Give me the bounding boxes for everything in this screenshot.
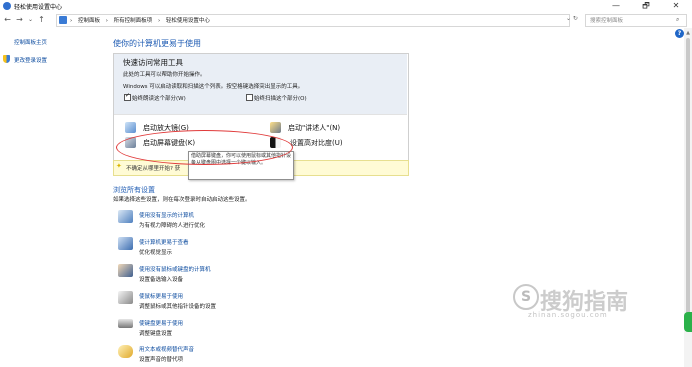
monitor-icon (118, 210, 133, 223)
breadcrumb-separator: › (157, 18, 161, 24)
speech-bubble-icon (118, 345, 133, 358)
close-button[interactable]: ✕ (664, 0, 688, 13)
quick-access-title: 快速访问常用工具 (123, 58, 183, 67)
keyboard-icon (118, 319, 133, 328)
set-high-contrast-link[interactable]: 设置高对比度(U) (290, 138, 343, 148)
floating-widget[interactable] (684, 312, 692, 332)
always-scan-label[interactable]: 始终扫描这个部分(O) (254, 94, 307, 102)
always-scan-checkbox[interactable] (246, 94, 253, 101)
always-read-label[interactable]: 始终朗读这个部分(W) (132, 94, 186, 102)
settings-item-link[interactable]: 使键盘更易于使用 (139, 319, 183, 327)
magnifier-icon (125, 122, 136, 133)
sidebar-item-home[interactable]: 控制面板主页 (14, 38, 47, 46)
browse-settings-description: 如果选择这些设置，则在每次登录时自动启动这些设置。 (113, 197, 251, 203)
scrollbar-thumb[interactable] (686, 38, 690, 314)
window-title: 轻松使用设置中心 (14, 4, 63, 11)
quick-access-hint: Windows 可以启动读取和扫描这个列表。按空格键选择突出显示的工具。 (123, 84, 304, 90)
always-read-checkbox[interactable] (124, 92, 131, 101)
search-placeholder: 搜索控制面板 (590, 18, 624, 24)
up-arrow-icon[interactable]: ↑ (37, 14, 46, 26)
settings-item-link[interactable]: 使鼠标更易于使用 (139, 292, 183, 300)
lightbulb-icon: ✦ (116, 162, 122, 170)
sogou-logo-icon: S (513, 284, 539, 310)
forward-arrow-icon[interactable]: → (15, 14, 24, 26)
settings-item-description: 调整键盘设置 (139, 331, 173, 337)
settings-item-description: 调整鼠标或其他指针设备的设置 (139, 304, 217, 310)
settings-item-description: 为有视力障碍的人进行优化 (139, 223, 206, 229)
settings-item-link[interactable]: 使用没有鼠标或键盘的计算机 (139, 265, 211, 273)
refresh-icon[interactable]: ⌄ ↻ (566, 15, 578, 22)
breadcrumb-separator: › (70, 18, 73, 24)
settings-item-link[interactable]: 使计算机更易于查看 (139, 238, 189, 246)
breadcrumb-separator: › (105, 18, 108, 24)
divider (114, 114, 407, 115)
start-narrator-link[interactable]: 启动"讲述人"(N) (288, 123, 340, 133)
settings-item-description: 优化视觉显示 (139, 250, 173, 256)
settings-item-link[interactable]: 用文本或视频替代声音 (139, 345, 194, 353)
annotation-ellipse (116, 130, 293, 165)
display-icon (118, 237, 133, 250)
title-bar (0, 0, 692, 13)
help-icon[interactable]: ? (675, 29, 684, 38)
breadcrumb: › 控制面板 › 所有控制面板项 › 轻松使用设置中心 (70, 16, 214, 24)
get-recommendations-text[interactable]: 不确定从哪里开始? 获 (126, 164, 180, 172)
minimize-button[interactable]: — (604, 0, 628, 13)
settings-item-link[interactable]: 使用没有显示的计算机 (139, 211, 194, 219)
breadcrumb-all-items[interactable]: 所有控制面板项 (114, 18, 153, 24)
person-icon (118, 264, 133, 277)
settings-item-description: 设置声音的替代项 (139, 357, 184, 363)
watermark-url: zhinan.sogou.com (528, 311, 608, 319)
quick-access-intro: 此处的工具可以帮助你开始操作。 (123, 72, 206, 78)
mouse-icon (118, 291, 133, 304)
scroll-up-icon[interactable]: ▲ (684, 30, 692, 36)
search-icon[interactable]: ⌕ (676, 16, 679, 24)
breadcrumb-control-panel[interactable]: 控制面板 (78, 18, 100, 24)
sidebar-item-change-login[interactable]: 更改登录设置 (14, 56, 47, 64)
settings-item-description: 设置备选输入设备 (139, 277, 184, 283)
shield-icon (3, 55, 10, 63)
recent-dropdown-icon[interactable]: ⌄ (26, 14, 35, 26)
ease-of-access-icon (3, 2, 11, 10)
maximize-button[interactable]: 🗗 (634, 0, 658, 13)
narrator-icon (270, 122, 281, 133)
back-arrow-icon[interactable]: ← (3, 14, 12, 26)
control-panel-icon (59, 16, 67, 24)
breadcrumb-ease-of-access[interactable]: 轻松使用设置中心 (166, 18, 210, 24)
browse-settings-title: 浏览所有设置 (113, 186, 155, 194)
page-title: 使你的计算机更易于使用 (113, 39, 201, 48)
